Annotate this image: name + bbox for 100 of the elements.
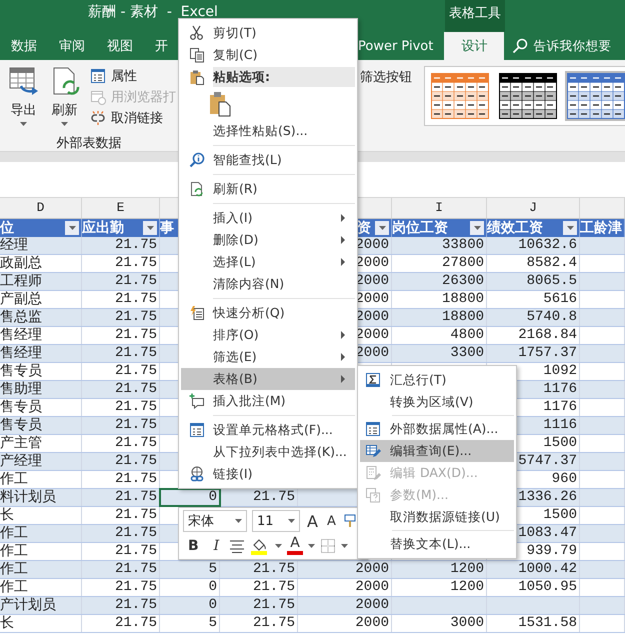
option-label[interactable]: 筛选按钮	[360, 68, 412, 86]
column-title: 资	[357, 219, 371, 237]
ribbon-button[interactable]: 导出	[6, 66, 41, 128]
ribbon-tab[interactable]: 审阅	[48, 32, 96, 60]
column-letter[interactable]: J	[487, 198, 580, 218]
table-cell: 1531.58	[487, 615, 580, 632]
calculator-pencil-icon	[365, 465, 381, 481]
table-cell: 5616	[487, 291, 580, 308]
table-cell: 21.75	[82, 363, 160, 380]
align-center-icon[interactable]	[229, 538, 246, 553]
table-cell: 2000	[298, 561, 392, 578]
table-cell: 21.75	[82, 543, 160, 560]
table-cell: 工程师	[0, 273, 82, 290]
filter-button[interactable]	[65, 221, 79, 235]
question-table-icon	[365, 487, 381, 503]
menu-item[interactable]: 插入(I)	[181, 207, 355, 229]
ribbon-tab[interactable]: 数据	[0, 32, 48, 60]
table-style-thumbnail[interactable]	[497, 71, 559, 121]
font-color-button[interactable]: A	[287, 536, 303, 556]
column-title: 工龄津	[580, 219, 622, 237]
table-cell: 21.75	[82, 579, 160, 596]
sigma-table-icon	[365, 372, 381, 388]
context-tab-label: 表格工具	[445, 0, 505, 32]
table-cell: 21.75	[82, 381, 160, 398]
font-size-dropdown[interactable]: 11	[252, 510, 300, 532]
table-style-thumbnail[interactable]	[429, 71, 491, 121]
table-cell: 21.75	[82, 525, 160, 542]
ribbon-button[interactable]: 刷新	[47, 66, 82, 128]
italic-button[interactable]: I	[208, 538, 224, 554]
table-cell: 2000	[298, 579, 392, 596]
table-cell: 2168.84	[487, 327, 580, 344]
filter-button[interactable]	[375, 221, 389, 235]
column-letter[interactable]: D	[0, 198, 82, 218]
group-label: 外部表数据	[56, 135, 122, 152]
menu-item[interactable]: 选择性粘贴(S)...	[181, 120, 355, 142]
filter-button[interactable]	[143, 221, 157, 235]
table-cell: 料计划员	[0, 489, 82, 506]
table-cell: 21.75	[220, 561, 298, 578]
table-cell: 18800	[392, 291, 487, 308]
menu-item[interactable]: 表格(B)	[181, 368, 355, 390]
table-cell: 27800	[392, 255, 487, 272]
column-letter[interactable]: E	[82, 198, 160, 218]
table-cell: 售专员	[0, 399, 82, 416]
bold-button[interactable]: B	[183, 538, 204, 554]
column-title: 绩效工资	[487, 219, 543, 237]
menu-item[interactable]: 刷新(R)	[181, 178, 355, 200]
table-cell: 售总监	[0, 309, 82, 326]
broken-link-icon	[90, 110, 106, 126]
table-cell: 21.75	[82, 507, 160, 524]
table-cell: 5	[160, 615, 220, 632]
table-cell: 21.75	[82, 489, 160, 506]
filter-button[interactable]	[563, 221, 577, 235]
table-cell: 1050.95	[487, 579, 580, 596]
menu-item[interactable]: 从下拉列表中选择(K)...	[181, 441, 355, 463]
table-cell: 0	[160, 579, 220, 596]
table-cell: 21.75	[82, 417, 160, 434]
table-cell: 10632.6	[487, 237, 580, 254]
browser-window-icon	[90, 89, 106, 105]
filter-button[interactable]	[470, 221, 484, 235]
table-arrow-icon	[8, 66, 40, 98]
shrink-font-button[interactable]: A	[324, 514, 338, 529]
table-cell: 作工	[0, 579, 82, 596]
ribbon-tab[interactable]: 设计	[444, 32, 504, 60]
bolt-list-icon	[189, 305, 205, 321]
column-letter[interactable]: I	[392, 198, 487, 218]
table-cell: 21.75	[82, 597, 160, 614]
menu-item[interactable]: 设置单元格格式(F)...	[181, 419, 355, 441]
table-cell: 长	[0, 615, 82, 632]
table-style-thumbnail[interactable]	[565, 71, 625, 121]
ribbon-tab[interactable]: 视图	[96, 32, 144, 60]
table-cell: 21.75	[82, 345, 160, 362]
font-name-dropdown[interactable]: 宋体	[183, 510, 247, 532]
table-cell: 18800	[392, 309, 487, 326]
table-cell: 产副总	[0, 291, 82, 308]
table-cell: 产主管	[0, 435, 82, 452]
scissors-icon	[189, 25, 205, 41]
table-cell: 4800	[392, 327, 487, 344]
window-title: 薪酬 - 素材 - Excel	[88, 3, 218, 22]
table-cell: 1200	[392, 561, 487, 578]
clipboard-icon	[189, 69, 205, 85]
ribbon-button[interactable]: 取消链接	[88, 108, 178, 128]
table-cell: 8065.5	[487, 273, 580, 290]
grow-font-button[interactable]: A	[305, 512, 320, 531]
menu-item[interactable]: 链接(I)	[181, 463, 355, 485]
speech-bubble-plus-icon	[189, 393, 205, 409]
menu-item[interactable]: 插入批注(M)	[181, 390, 355, 412]
clipboard-page-icon[interactable]	[209, 91, 231, 117]
table-cell: 21.75	[82, 273, 160, 290]
menu-item[interactable]: 编辑查询(E)...	[360, 440, 514, 462]
ribbon-tab[interactable]: 开	[144, 32, 179, 60]
table-cell: 1000.42	[487, 561, 580, 578]
ribbon-button[interactable]: 属性	[88, 66, 178, 86]
list-window-icon	[189, 422, 205, 438]
caret-icon	[68, 226, 76, 230]
table-cell: 售专员	[0, 417, 82, 434]
menu-item[interactable]: 智能查找(L)	[181, 149, 355, 171]
magnifier-icon	[189, 152, 205, 168]
table-cell: 2000	[298, 597, 392, 614]
tell-me-field[interactable]: 告诉我你想要	[533, 38, 612, 54]
border-grid-icon[interactable]	[320, 538, 336, 554]
